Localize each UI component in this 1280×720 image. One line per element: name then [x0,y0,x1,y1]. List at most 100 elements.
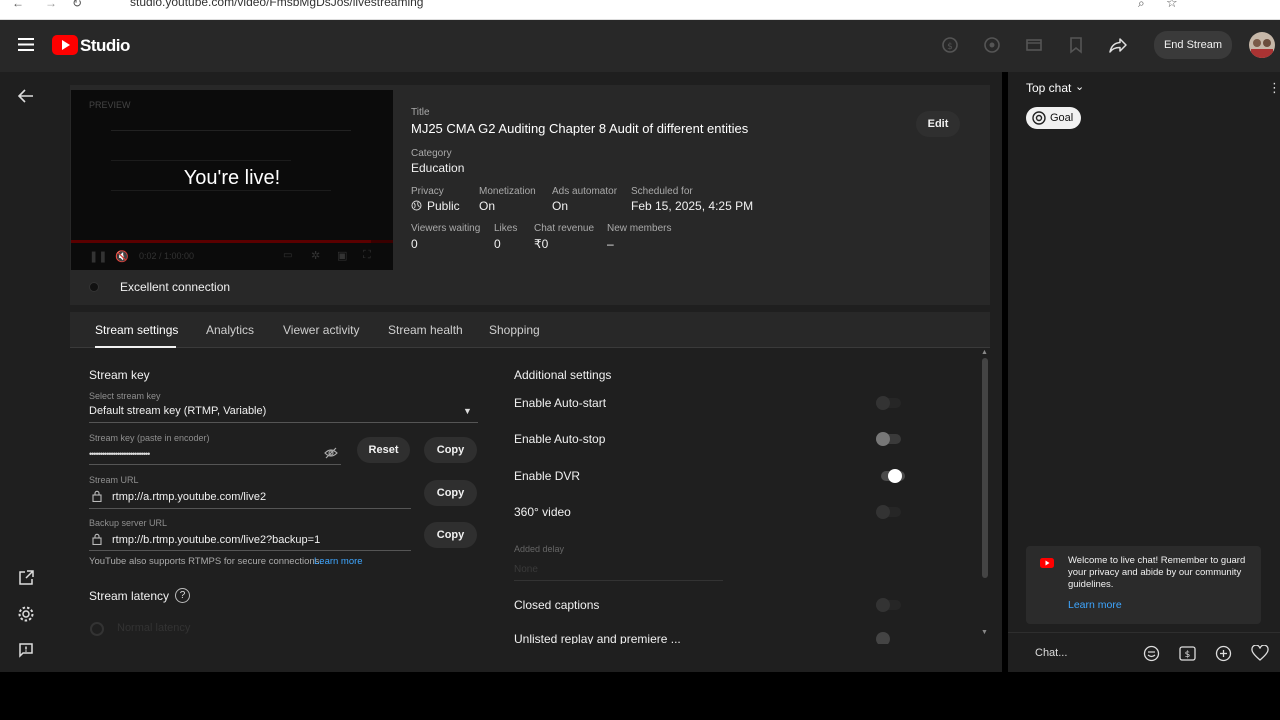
fullscreen-icon[interactable]: ⛶ [363,249,371,262]
rtmps-learn-more-link[interactable]: Learn more [314,556,363,567]
settings-scrollbar[interactable] [982,358,988,578]
title-label: Title [411,107,430,118]
chat-input-bar: Chat... $ [1008,632,1280,672]
stream-key-field[interactable]: •••••••••••••••••••••••••••• [89,449,150,459]
reload-icon[interactable]: ↻ [72,0,82,10]
cutoff-setting-label: Unlisted replay and premiere ... [514,632,681,644]
feedback-icon[interactable] [18,642,34,658]
tab-viewer-activity[interactable]: Viewer activity [283,323,359,337]
goal-icon [1032,111,1046,125]
auto-stop-toggle-knob[interactable] [876,432,890,446]
scheduled-value: Feb 15, 2025, 4:25 PM [631,199,754,213]
goal-label: Goal [1050,112,1074,124]
stream-url-value[interactable]: rtmp://a.rtmp.youtube.com/live2 [112,491,266,503]
captions-toggle-knob[interactable] [876,598,890,612]
youtube-icon [1040,558,1054,568]
back-arrow-icon[interactable] [18,89,34,103]
tab-stream-settings[interactable]: Stream settings [95,323,178,337]
auto-start-label: Enable Auto-start [514,396,607,410]
eye-off-icon[interactable] [324,447,338,459]
clip-icon[interactable] [1024,35,1046,57]
pause-icon[interactable]: ❚❚ [89,250,107,263]
preview-time: 0:02 / 1:00:00 [139,251,195,261]
bookmark-star-icon[interactable]: ☆ [1166,0,1178,11]
settings-icon[interactable]: ✲ [311,249,320,262]
connection-dot-icon [89,282,99,292]
tab-stream-health[interactable]: Stream health [388,323,463,337]
copy-backup-url-button[interactable]: Copy [424,522,477,548]
category-value: Education [411,161,465,175]
youtube-logo-icon[interactable] [52,35,78,55]
dropdown-arrow-icon[interactable]: ▼ [463,406,472,416]
backup-url-label: Backup server URL [89,518,168,528]
preview-ghost-line [111,160,291,161]
heart-icon[interactable] [1251,645,1269,662]
studio-logo-text[interactable]: Studio [80,36,130,56]
auto-start-toggle-knob[interactable] [876,396,890,410]
dvr-label: Enable DVR [514,469,581,483]
avatar[interactable] [1249,32,1275,58]
browser-search-icon[interactable]: ⌕ [1138,0,1145,11]
privacy-label: Privacy [411,186,444,197]
copy-label: Copy [436,444,465,456]
emoji-icon[interactable] [1143,645,1160,662]
chevron-down-icon[interactable]: ⌄ [1075,80,1084,93]
super-chat-icon[interactable]: $ [1179,646,1196,661]
stream-key-select[interactable]: Default stream key (RTMP, Variable) [89,405,266,417]
video-360-toggle-knob[interactable] [876,505,890,519]
dvr-toggle-knob[interactable] [888,469,902,483]
added-delay-value[interactable]: None [514,564,538,575]
back-arrow-icon[interactable]: ← [12,0,24,10]
scroll-up-arrow-icon[interactable]: ▲ [981,349,988,356]
monetization-icon[interactable]: $ [940,35,962,57]
chat-learn-more-link[interactable]: Learn more [1068,599,1122,611]
latency-radio[interactable] [90,622,104,636]
edit-button[interactable]: Edit [916,111,960,137]
preview-ghost-line [111,190,331,191]
bottom-black-bar [0,672,1280,720]
copy-stream-key-button[interactable]: Copy [424,437,477,463]
end-stream-button[interactable]: End Stream [1154,31,1232,59]
share-icon[interactable] [1108,35,1130,57]
external-link-icon[interactable] [18,570,34,586]
captions-icon[interactable]: ▭ [283,250,292,261]
cutoff-row-clip: Unlisted replay and premiere ... [514,632,714,644]
hamburger-menu-icon[interactable] [18,38,34,51]
cutoff-toggle-knob[interactable] [876,632,890,644]
copy-stream-url-button[interactable]: Copy [424,480,477,506]
stream-preview[interactable]: PREVIEW You're live! ❚❚ 🔇 0:02 / 1:00:00… [71,90,393,270]
stream-url-underline [89,508,411,509]
viewers-waiting-value: 0 [411,237,418,251]
top-chat-selector[interactable]: Top chat [1026,81,1071,95]
tab-analytics[interactable]: Analytics [206,323,254,337]
added-delay-label: Added delay [514,544,565,554]
stream-icon[interactable] [982,35,1004,57]
forward-arrow-icon[interactable]: → [45,0,57,10]
bookmark-icon[interactable] [1066,35,1088,57]
scroll-down-arrow-icon[interactable]: ▼ [981,629,988,636]
preview-badge: PREVIEW [89,100,131,110]
add-icon[interactable] [1215,645,1232,662]
tab-shopping[interactable]: Shopping [489,323,540,337]
normal-latency-label: Normal latency [117,622,191,634]
likes-label: Likes [494,223,518,234]
stream-latency-title: Stream latency [89,589,170,603]
gear-icon[interactable] [17,605,35,623]
new-members-value: – [607,237,614,251]
browser-url[interactable]: studio.youtube.com/video/FmsbMgDsJos/liv… [130,0,423,9]
more-options-icon[interactable]: ⋮ [1268,80,1280,96]
help-icon[interactable]: ? [175,588,190,603]
browser-address-bar: ← → ↻ studio.youtube.com/video/FmsbMgDsJ… [0,0,1280,20]
closed-captions-label: Closed captions [514,598,600,612]
mute-icon[interactable]: 🔇 [115,250,129,263]
monetization-value: On [479,199,496,213]
video-360-label: 360° video [514,505,571,519]
reset-button[interactable]: Reset [357,437,410,463]
edit-label: Edit [927,118,949,130]
miniplayer-icon[interactable]: ▣ [337,249,347,262]
chat-input[interactable]: Chat... [1035,647,1067,659]
backup-url-value[interactable]: rtmp://b.rtmp.youtube.com/live2?backup=1 [112,534,320,546]
chat-revenue-label: Chat revenue [534,223,595,234]
added-delay-underline [514,580,723,581]
ads-automator-value: On [552,199,569,213]
